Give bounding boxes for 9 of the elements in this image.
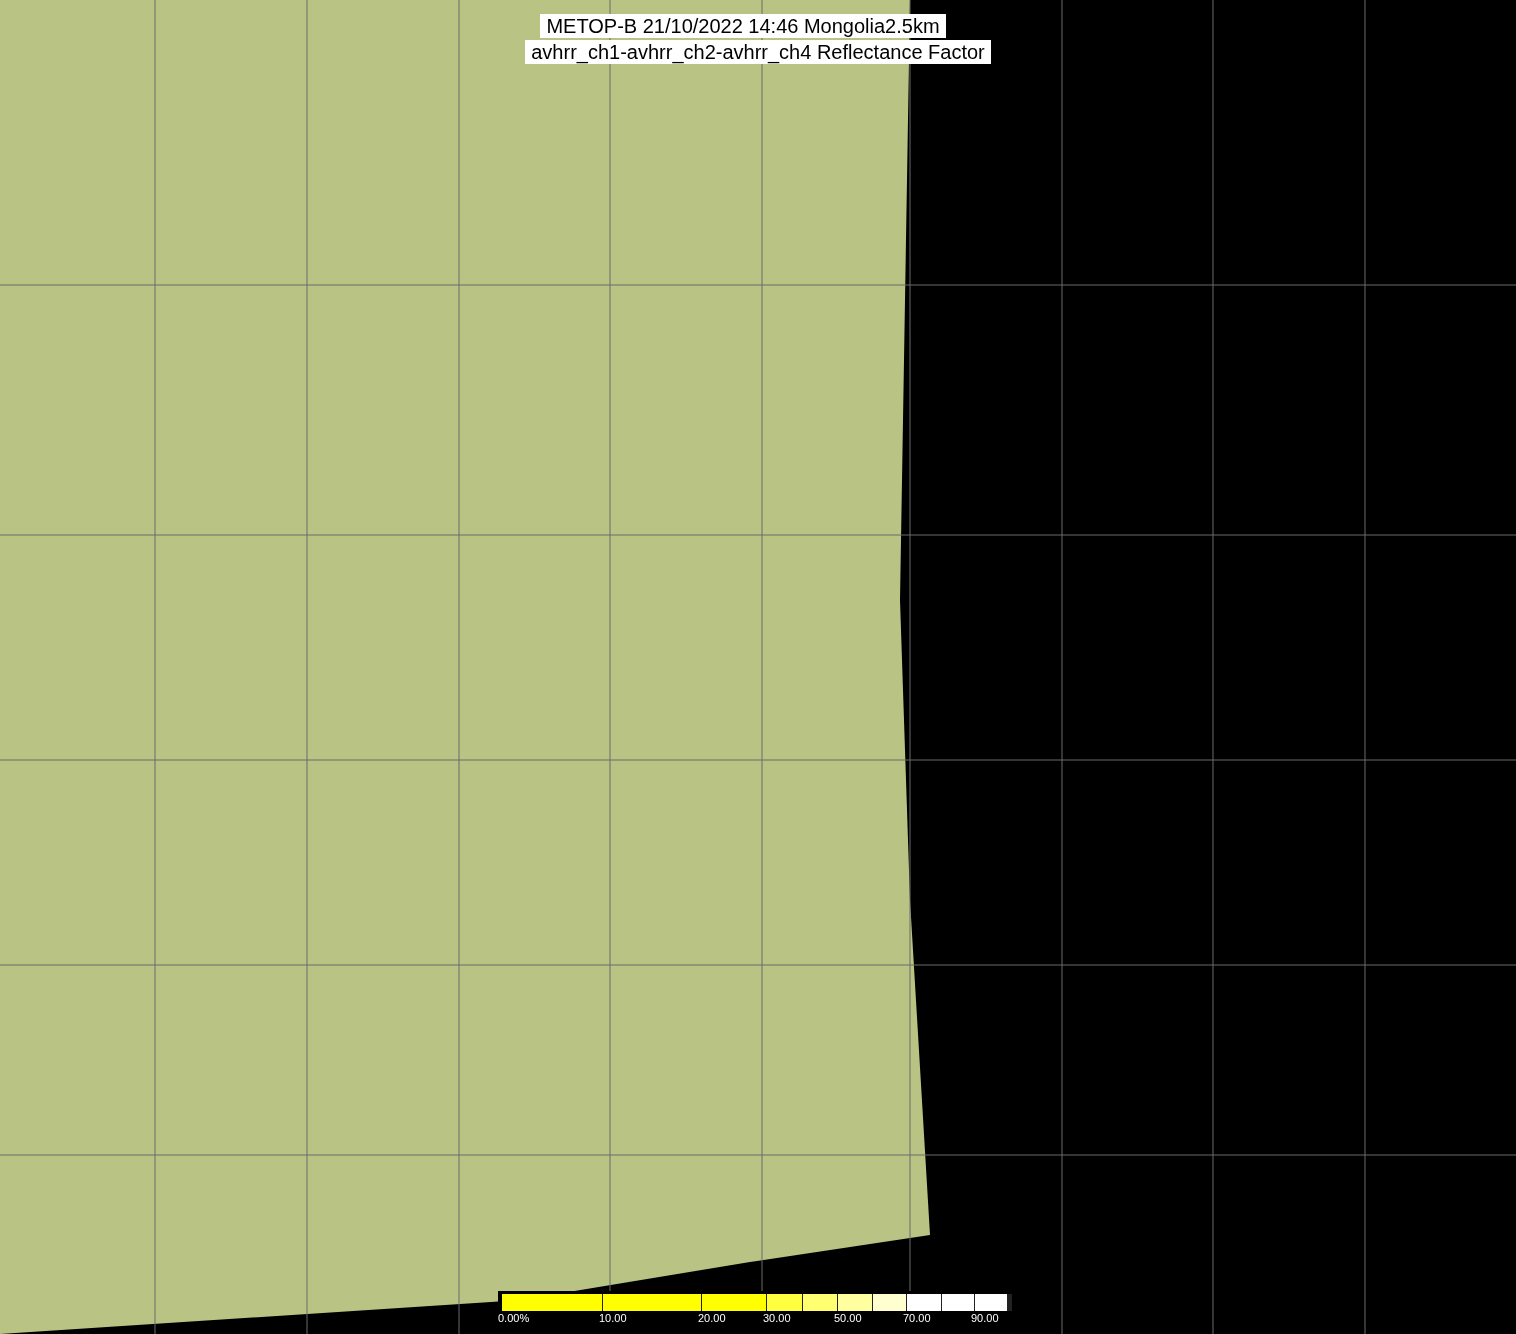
map-subtitle: avhrr_ch1-avhrr_ch2-avhrr_ch4 Reflectance Factor: [525, 40, 991, 64]
scale-tick-label: 90.00: [971, 1312, 999, 1325]
scale-tick-label: 30.00: [763, 1312, 791, 1325]
scale-tick-label: 50.00: [834, 1312, 862, 1325]
scale-tick-label: 20.00: [698, 1312, 726, 1325]
scale-tick-label: 0.00%: [498, 1312, 530, 1325]
scale-tick-label: 10.00: [599, 1312, 627, 1325]
scale-tick-label: 70.00: [903, 1312, 931, 1325]
map-title: METOP-B 21/10/2022 14:46 Mongolia2.5km: [540, 14, 946, 38]
